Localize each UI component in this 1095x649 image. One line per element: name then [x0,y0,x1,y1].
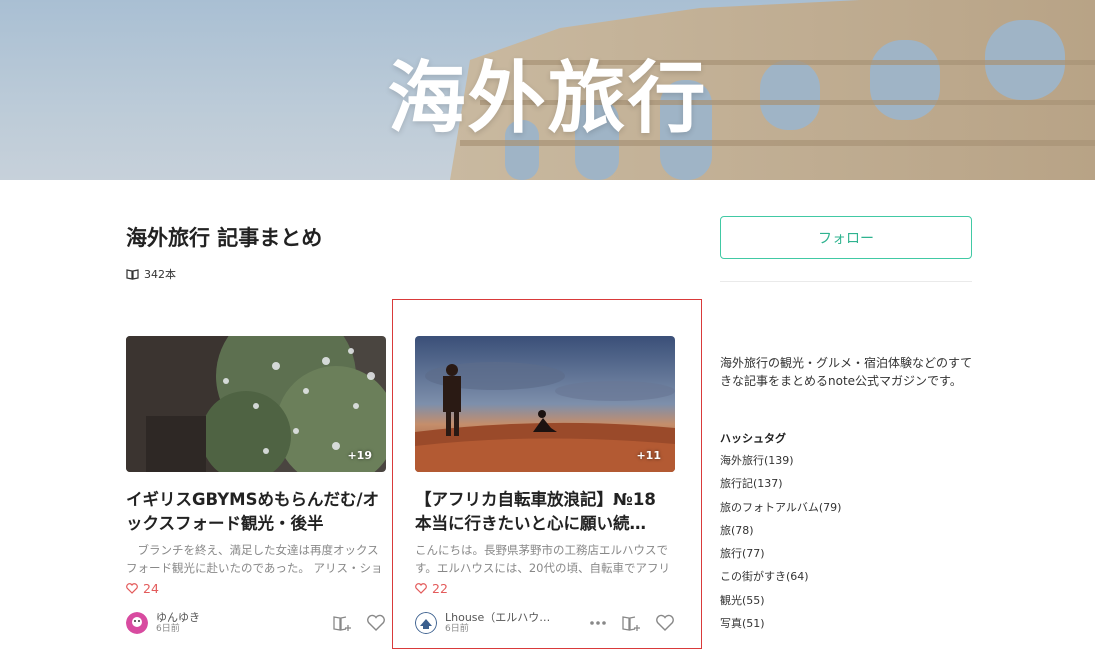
author-info[interactable]: ゆんゆき 6日前 [126,611,200,635]
hashtag-link[interactable]: 旅行(77) [720,545,841,568]
author-name[interactable]: Lhouse（エルハウ… [445,611,550,624]
add-to-magazine-icon[interactable] [332,614,352,632]
card-actions [589,614,675,632]
hero-title: 海外旅行 [387,54,708,144]
page-title: 海外旅行 記事まとめ [126,226,323,250]
article-count-text: 342本 [144,268,176,281]
like-heart-icon[interactable] [655,614,675,632]
hero-banner: 海外旅行 [0,0,1095,180]
article-card[interactable]: +11 【アフリカ自転車放浪記】№18 本当に行きたいと心に願い続… こんにちは… [415,336,677,634]
article-thumbnail[interactable]: +19 [126,336,386,472]
like-count-text: 22 [432,581,448,596]
hashtag-heading: ハッシュタグ [720,432,786,445]
author-name[interactable]: ゆんゆき [156,611,200,624]
like-count: 24 [126,581,159,596]
article-excerpt: ブランチを終え、満足した女達は再度オックスフォード観光に赴いたのであった。 アリ… [126,543,383,575]
follow-button[interactable]: フォロー [720,216,972,259]
like-heart-icon[interactable] [366,614,386,632]
article-card[interactable]: +19 イギリスGBYMSめもらんだむ/オックスフォード観光・後半 ブランチを終… [126,336,388,634]
article-title[interactable]: 【アフリカ自転車放浪記】№18 本当に行きたいと心に願い続… [415,488,677,536]
author-info[interactable]: Lhouse（エルハウ… 6日前 [415,611,550,635]
post-time: 6日前 [156,624,180,634]
book-icon [126,269,139,280]
hashtag-link[interactable]: 海外旅行(139) [720,452,841,475]
heart-icon [415,583,427,594]
extra-images-badge: +19 [347,449,372,462]
card-actions [332,614,386,632]
hashtag-link[interactable]: 旅のフォトアルバム(79) [720,499,841,522]
hashtag-link[interactable]: 旅(78) [720,522,841,545]
avatar[interactable] [415,612,437,634]
heart-icon [126,583,138,594]
article-count: 342本 [126,266,176,282]
like-count-text: 24 [143,581,159,596]
article-excerpt: こんにちは。長野県茅野市の工務店エルハウスです。エルハウスには、20代の頃、自転… [415,543,670,575]
extra-images-badge: +11 [636,449,661,462]
article-thumbnail[interactable]: +11 [415,336,675,472]
more-options-icon[interactable] [589,614,607,632]
hashtag-link[interactable]: 写真(51) [720,615,841,638]
hashtag-link[interactable]: 旅行記(137) [720,475,841,498]
magazine-description: 海外旅行の観光・グルメ・宿泊体験などのすてきな記事をまとめるnote公式マガジン… [720,356,973,388]
hashtag-list: 海外旅行(139) 旅行記(137) 旅のフォトアルバム(79) 旅(78) 旅… [720,452,841,638]
article-title[interactable]: イギリスGBYMSめもらんだむ/オックスフォード観光・後半 [126,488,388,536]
add-to-magazine-icon[interactable] [621,614,641,632]
hashtag-link[interactable]: 観光(55) [720,592,841,615]
hashtag-link[interactable]: この街がすき(64) [720,568,841,591]
like-count: 22 [415,581,448,596]
sidebar-divider [720,281,972,282]
post-time: 6日前 [445,624,469,634]
avatar[interactable] [126,612,148,634]
